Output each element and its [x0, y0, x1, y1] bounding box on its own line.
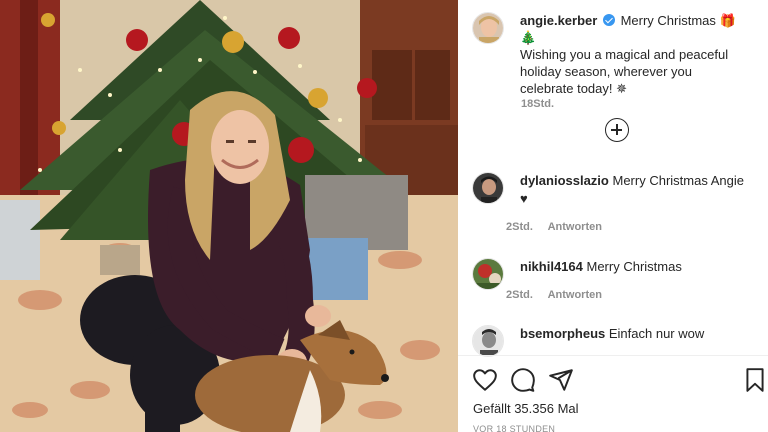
commenter-avatar[interactable]	[472, 258, 504, 290]
christmas-photo-illustration	[0, 0, 458, 432]
comment-body: dylaniosslazio Merry Christmas Angie ♥	[520, 172, 752, 208]
comment-meta: 2Std. Antworten	[506, 221, 614, 233]
likes-count[interactable]: Gefällt 35.356 Mal	[473, 401, 579, 416]
comment-text: Einfach nur wow	[608, 326, 705, 341]
comment-body: nikhil4164 Merry Christmas	[520, 258, 752, 290]
author-username[interactable]: angie.kerber	[520, 13, 597, 28]
comment-icon[interactable]	[510, 367, 536, 393]
share-icon[interactable]	[548, 367, 574, 393]
likes-suffix: Mal	[557, 401, 579, 416]
caption-text-block: angie.kerber Merry Christmas 🎁🎄 Wishing …	[520, 12, 748, 97]
likes-number: 35.356	[514, 401, 554, 416]
comment-text: Merry Christmas Angie	[612, 173, 744, 188]
comment-time[interactable]: 2Std.	[506, 289, 533, 301]
action-bar	[472, 367, 764, 393]
section-divider	[458, 355, 768, 356]
author-avatar[interactable]	[472, 12, 504, 44]
reply-button[interactable]: Antworten	[548, 221, 602, 233]
post-timestamp[interactable]: VOR 18 STUNDEN	[473, 424, 555, 432]
comment-username[interactable]: bsemorpheus	[520, 326, 605, 341]
comment-item: dylaniosslazio Merry Christmas Angie ♥	[472, 172, 762, 208]
bookmark-icon[interactable]	[742, 367, 768, 393]
caption-body: Wishing you a magical and peaceful holid…	[520, 47, 729, 96]
heart-emoji: ♥	[520, 191, 528, 206]
post-side-panel: angie.kerber Merry Christmas 🎁🎄 Wishing …	[458, 0, 768, 432]
post-caption: angie.kerber Merry Christmas 🎁🎄 Wishing …	[472, 12, 762, 97]
plus-circle-icon[interactable]	[605, 118, 629, 142]
comment-item: nikhil4164 Merry Christmas	[472, 258, 762, 290]
comment-body: bsemorpheus Einfach nur wow	[520, 325, 752, 357]
commenter-avatar[interactable]	[472, 325, 504, 357]
post-photo[interactable]	[0, 0, 458, 432]
comment-username[interactable]: dylaniosslazio	[520, 173, 609, 188]
verified-badge-icon	[602, 14, 615, 26]
likes-prefix: Gefällt	[473, 401, 511, 416]
heart-icon[interactable]	[472, 367, 498, 393]
comment-time[interactable]: 2Std.	[506, 221, 533, 233]
caption-timestamp[interactable]: 18Std.	[521, 98, 554, 110]
commenter-avatar[interactable]	[472, 172, 504, 204]
comment-username[interactable]: nikhil4164	[520, 259, 583, 274]
comment-text: Merry Christmas	[586, 259, 682, 274]
comment-item: bsemorpheus Einfach nur wow	[472, 325, 762, 357]
comment-meta: 2Std. Antworten	[506, 289, 614, 301]
reply-button[interactable]: Antworten	[548, 289, 602, 301]
